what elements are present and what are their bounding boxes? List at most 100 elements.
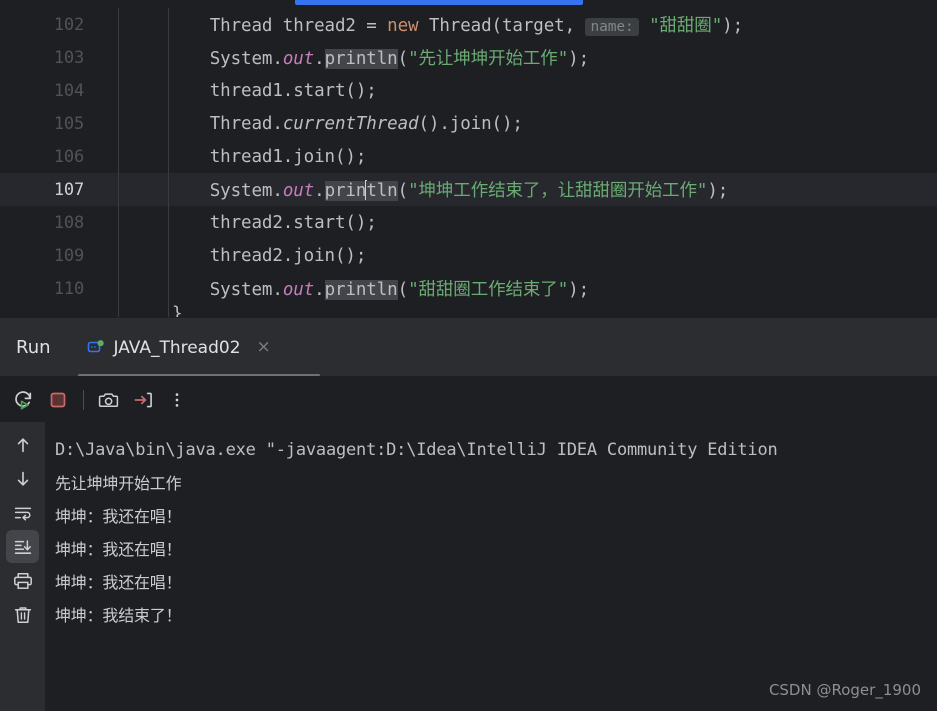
previous-occurrence-button[interactable] xyxy=(6,428,39,461)
code-token: System. xyxy=(209,181,283,201)
code-token: new xyxy=(387,16,419,36)
code-token: System. xyxy=(209,280,283,300)
console-line: 坤坤：我还在唱！ xyxy=(55,540,182,559)
code-token: tln xyxy=(366,181,398,201)
line-number: 102 xyxy=(53,14,84,35)
more-options-button[interactable] xyxy=(161,384,193,416)
code-token: . xyxy=(314,280,325,300)
code-token: . xyxy=(314,181,325,201)
code-token: ( xyxy=(397,181,409,201)
run-header-separator xyxy=(0,376,937,377)
java-run-config-icon xyxy=(87,339,105,357)
console-line: 先让坤坤开始工作 xyxy=(55,474,182,493)
ide-window: 102 Thread thread2 = new Thread(target, … xyxy=(0,0,937,711)
console-output[interactable]: D:\Java\bin\java.exe "-javaagent:D:\Idea… xyxy=(45,422,937,711)
console-side-toolbar xyxy=(0,422,45,711)
clear-all-button[interactable] xyxy=(6,598,39,631)
code-lines-container: 102 Thread thread2 = new Thread(target, … xyxy=(0,8,937,305)
screenshot-button[interactable] xyxy=(93,384,125,416)
code-line[interactable]: 104 thread1.start(); xyxy=(0,74,937,107)
code-token: ().join(); xyxy=(418,113,523,134)
line-number: 110 xyxy=(53,278,84,299)
code-line-text: thread2.start(); xyxy=(168,213,937,233)
line-number: 103 xyxy=(53,47,84,68)
code-token: "坤坤工作结束了，让甜甜圈开始工作" xyxy=(408,181,708,201)
code-line-text: System.out.println("坤坤工作结束了，让甜甜圈开始工作"); xyxy=(168,177,937,202)
code-token: thread2.start(); xyxy=(209,212,377,233)
run-tool-window: Run JAVA_Thread02 × D:\Java\bin\java.exe… xyxy=(0,317,937,711)
trailing-brace: } xyxy=(172,304,183,317)
scroll-to-end-button[interactable] xyxy=(6,530,39,563)
code-token: "甜甜圈" xyxy=(649,16,723,36)
close-icon[interactable]: × xyxy=(257,339,271,356)
code-token: ); xyxy=(568,49,590,69)
code-token: prin xyxy=(324,181,367,201)
code-line-text: thread1.join(); xyxy=(168,147,937,167)
code-token: System. xyxy=(209,49,283,69)
code-line[interactable]: 110 System.out.println("甜甜圈工作结束了"); xyxy=(0,272,937,305)
code-token: ); xyxy=(707,181,729,201)
console-area: D:\Java\bin\java.exe "-javaagent:D:\Idea… xyxy=(0,422,937,711)
soft-wrap-button[interactable] xyxy=(6,496,39,529)
line-number: 106 xyxy=(53,146,84,167)
rerun-button[interactable] xyxy=(8,384,40,416)
code-token: out xyxy=(282,181,315,201)
code-line[interactable]: 108 thread2.start(); xyxy=(0,206,937,239)
console-lines-container: D:\Java\bin\java.exe "-javaagent:D:\Idea… xyxy=(55,434,937,632)
code-line-text: System.out.println("甜甜圈工作结束了"); xyxy=(168,276,937,301)
console-line: D:\Java\bin\java.exe "-javaagent:D:\Idea… xyxy=(55,440,778,460)
code-token: thread1.join(); xyxy=(209,146,367,167)
line-number: 109 xyxy=(53,245,84,266)
console-line: 坤坤：我结束了！ xyxy=(55,606,182,625)
code-line[interactable]: 109 thread2.join(); xyxy=(0,239,937,272)
code-line[interactable]: 102 Thread thread2 = new Thread(target, … xyxy=(0,8,937,41)
line-number: 104 xyxy=(53,80,84,101)
export-button[interactable] xyxy=(127,384,159,416)
code-line-text: Thread.currentThread().join(); xyxy=(168,114,937,134)
line-number: 107 xyxy=(53,179,84,200)
code-token: Thread(target, xyxy=(418,16,586,36)
next-occurrence-button[interactable] xyxy=(6,462,39,495)
code-line[interactable]: 103 System.out.println("先让坤坤开始工作"); xyxy=(0,41,937,74)
print-button[interactable] xyxy=(6,564,39,597)
code-line-text: Thread thread2 = new Thread(target, name… xyxy=(168,12,937,37)
code-token: . xyxy=(314,49,325,69)
run-configuration-name: JAVA_Thread02 xyxy=(113,337,241,358)
code-token: out xyxy=(282,49,315,69)
code-token: ( xyxy=(397,49,409,69)
code-token: Thread thread2 = xyxy=(209,16,388,36)
code-token: Thread. xyxy=(209,113,283,134)
code-line[interactable]: 106 thread1.join(); xyxy=(0,140,937,173)
stop-button[interactable] xyxy=(42,384,74,416)
run-tool-window-title: Run xyxy=(16,337,51,358)
code-token: currentThread xyxy=(282,113,419,134)
code-line[interactable]: 105 Thread.currentThread().join(); xyxy=(0,107,937,140)
code-token: "先让坤坤开始工作" xyxy=(408,49,569,69)
console-line: 坤坤：我还在唱！ xyxy=(55,507,182,526)
code-token: ); xyxy=(568,280,590,300)
code-line-text: System.out.println("先让坤坤开始工作"); xyxy=(168,45,937,70)
code-token: println xyxy=(324,49,398,69)
console-line: 坤坤：我还在唱！ xyxy=(55,573,182,592)
code-token: ( xyxy=(397,280,409,300)
run-configuration-tab[interactable]: JAVA_Thread02 × xyxy=(77,318,281,377)
active-tab-indicator xyxy=(295,0,583,5)
run-tool-window-header: Run JAVA_Thread02 × xyxy=(0,318,937,377)
code-line-text: thread1.start(); xyxy=(168,81,937,101)
watermark: CSDN @Roger_1900 xyxy=(768,681,921,699)
code-token: thread2.join(); xyxy=(209,245,367,266)
toolbar-separator xyxy=(83,389,84,410)
code-editor[interactable]: 102 Thread thread2 = new Thread(target, … xyxy=(0,8,937,317)
code-line[interactable]: 107 System.out.println("坤坤工作结束了，让甜甜圈开始工作… xyxy=(0,173,937,206)
run-action-toolbar xyxy=(0,377,937,422)
code-token: "甜甜圈工作结束了" xyxy=(408,280,569,300)
